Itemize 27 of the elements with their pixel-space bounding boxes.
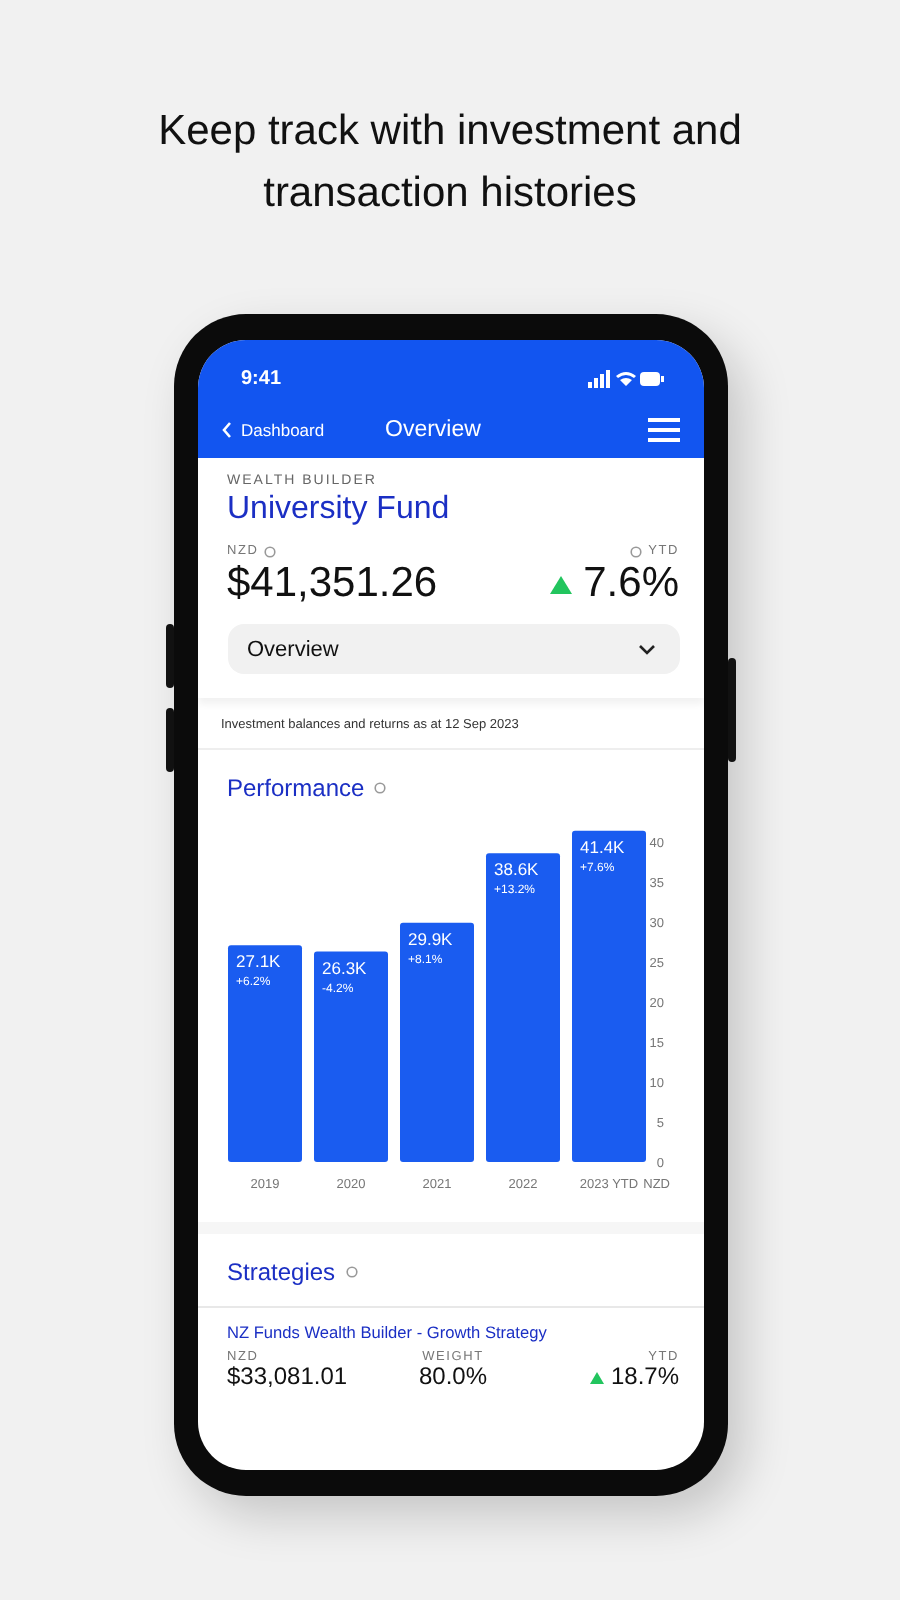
- status-time: 9:41: [241, 368, 282, 390]
- balance-amount: $41,351.26: [227, 560, 438, 608]
- info-icon[interactable]: [630, 545, 643, 557]
- screen-title: Overview: [385, 418, 483, 442]
- section-title: Strategies: [227, 1258, 336, 1286]
- back-chevron-icon: [221, 422, 231, 438]
- section-title: Performance: [227, 774, 365, 802]
- info-icon[interactable]: [374, 782, 387, 794]
- chevron-down-icon: [637, 643, 655, 655]
- info-icon[interactable]: [264, 545, 277, 557]
- strategy-weight: 80.0%: [416, 1364, 489, 1390]
- strategy-name[interactable]: NZ Funds Wealth Builder - Growth Strategy: [227, 1322, 679, 1342]
- bar-value: 26.3K: [321, 957, 366, 978]
- menu-icon[interactable]: [647, 418, 679, 442]
- bar-value: 38.6K: [493, 859, 538, 880]
- info-icon[interactable]: [345, 1266, 358, 1278]
- headline: Keep track with investment and transaction histories: [156, 106, 744, 220]
- strategy-return: 18.7%: [610, 1364, 679, 1390]
- strategy-amount: $33,081.01: [227, 1364, 350, 1390]
- return-percent: 7.6%: [583, 560, 679, 608]
- account-name: University Fund: [227, 492, 452, 528]
- bar-value: 27.1K: [235, 951, 280, 972]
- back-link[interactable]: Dashboard: [221, 420, 385, 440]
- bar-value: 29.9K: [407, 928, 452, 949]
- status-icons-drawing: [587, 370, 663, 388]
- bar-value: 41.4K: [579, 836, 624, 857]
- view-dropdown[interactable]: Overview: [227, 624, 679, 674]
